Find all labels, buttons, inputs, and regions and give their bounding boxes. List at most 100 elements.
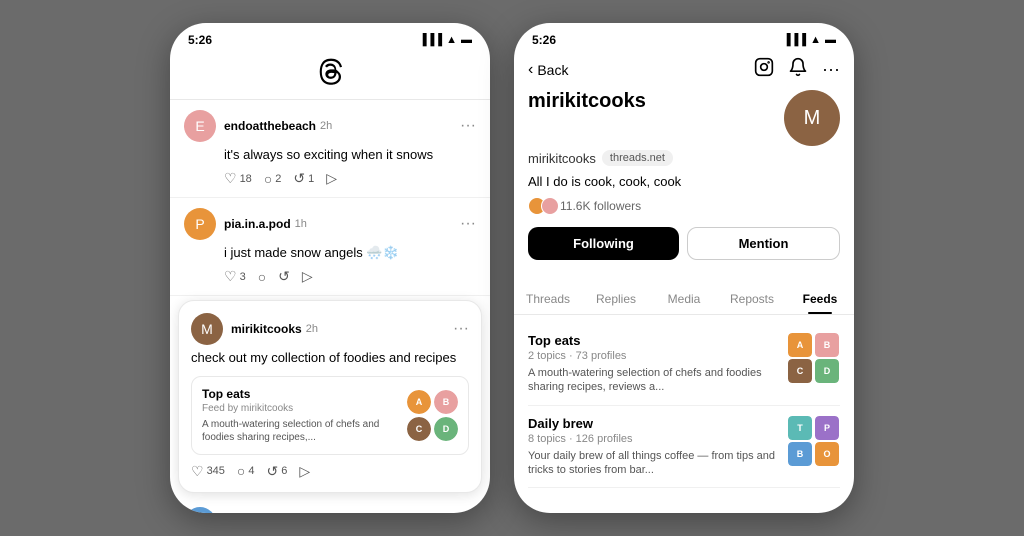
status-icons-left: ▐▐▐ ▲ ▬ [419, 34, 472, 46]
feed-card-title: Top eats [202, 387, 399, 401]
post-2-user-info: P pia.in.a.pod 1h [184, 208, 307, 240]
post-2-likes: 3 [240, 271, 246, 283]
tab-reposts[interactable]: Reposts [718, 284, 786, 314]
highlighted-post-time: 2h [306, 323, 318, 335]
bell-icon[interactable] [788, 57, 808, 82]
profile-back-bar: ‹ Back ··· [514, 51, 854, 90]
back-label: Back [537, 62, 568, 78]
feed-item-2-title: Daily brew [528, 416, 778, 431]
profile-feed-list: Top eats 2 topics · 73 profiles A mouth-… [514, 315, 854, 513]
post-2-username[interactable]: pia.in.a.pod [224, 217, 291, 231]
back-button[interactable]: ‹ Back [528, 61, 568, 79]
profile-buttons: Following Mention [528, 227, 840, 260]
feed-item-2-meta: 8 topics · 126 profiles [528, 433, 778, 445]
post-1-repost-btn[interactable]: ↺ 1 [293, 170, 314, 187]
feed-thumb-1d: D [815, 359, 839, 383]
post-2-time: 1h [295, 218, 307, 230]
highlighted-post-actions: ♡ 345 ○ 4 ↺ 6 ▷ [191, 463, 469, 480]
post-1-username[interactable]: endoatthebeach [224, 119, 316, 133]
left-phone: 5:26 ▐▐▐ ▲ ▬ E endoatthebeach [170, 23, 490, 513]
chevron-left-icon: ‹ [528, 61, 533, 79]
post-sasha: S + sasha.does.voices 2h ··· skiing vs. … [170, 497, 490, 513]
post-1-share-btn[interactable]: ▷ [326, 170, 337, 187]
profile-username: mirikitcooks [528, 151, 596, 166]
mention-button[interactable]: Mention [687, 227, 840, 260]
post-2-repost-btn[interactable]: ↺ [278, 268, 290, 285]
post-1-more-btn[interactable]: ··· [460, 117, 476, 135]
highlighted-post-username[interactable]: mirikitcooks [231, 322, 302, 336]
feed-thumb-2d: O [815, 442, 839, 466]
share-icon-h: ▷ [299, 463, 310, 480]
highlighted-likes: 345 [207, 465, 225, 477]
post-1-reposts: 1 [308, 173, 314, 185]
instagram-icon[interactable] [754, 57, 774, 82]
feed-thumb-2c: B [788, 442, 812, 466]
post-1-reply-btn[interactable]: ○ 2 [264, 171, 282, 187]
highlighted-like-btn[interactable]: ♡ 345 [191, 463, 225, 480]
status-bar-right: 5:26 ▐▐▐ ▲ ▬ [514, 23, 854, 51]
post-1-actions: ♡ 18 ○ 2 ↺ 1 ▷ [224, 170, 476, 187]
more-options-icon[interactable]: ··· [822, 59, 840, 80]
feed-thumb-2b: P [815, 416, 839, 440]
highlighted-post-more-btn[interactable]: ··· [453, 320, 469, 338]
post-2-more-btn[interactable]: ··· [460, 215, 476, 233]
post-1-replies: 2 [275, 173, 281, 185]
post-2-reply-btn[interactable]: ○ [258, 269, 266, 285]
profile-info: mirikitcooks M mirikitcooks threads.net … [514, 90, 854, 272]
tab-replies[interactable]: Replies [582, 284, 650, 314]
feed-thumb-2a: T [788, 416, 812, 440]
feed-card-desc: A mouth-watering selection of chefs and … [202, 418, 399, 444]
profile-bio: All I do is cook, cook, cook [528, 174, 840, 189]
feed-thumb-1a: A [788, 333, 812, 357]
highlighted-post-avatar: M [191, 313, 223, 345]
repost-icon: ↺ [293, 170, 305, 187]
highlighted-repost-btn[interactable]: ↺ 6 [267, 463, 288, 480]
status-time-right: 5:26 [532, 33, 556, 47]
share-icon-2: ▷ [302, 268, 313, 285]
profile-name-group: mirikitcooks [528, 90, 646, 113]
post-2-avatar: P [184, 208, 216, 240]
highlighted-share-btn[interactable]: ▷ [299, 463, 310, 480]
tab-media[interactable]: Media [650, 284, 718, 314]
post-2-text: i just made snow angels 🌨️❄️ [224, 244, 476, 262]
post-sasha-avatar: S [184, 507, 216, 513]
feed-item-1-title: Top eats [528, 333, 778, 348]
post-1-user-info: E endoatthebeach 2h [184, 110, 332, 142]
post-1-time: 2h [320, 120, 332, 132]
right-phone: 5:26 ▐▐▐ ▲ ▬ ‹ Back [514, 23, 854, 513]
follower-avatar-group [528, 197, 554, 215]
card-avatar-4: D [434, 417, 458, 441]
feed-item-1-desc: A mouth-watering selection of chefs and … [528, 366, 778, 395]
heart-icon: ♡ [224, 170, 237, 187]
feed-item-1[interactable]: Top eats 2 topics · 73 profiles A mouth-… [528, 323, 840, 406]
post-2-header: P pia.in.a.pod 1h ··· [184, 208, 476, 240]
tab-feeds[interactable]: Feeds [786, 284, 854, 314]
post-2-actions: ♡ 3 ○ ↺ ▷ [224, 268, 476, 285]
post-1-like-btn[interactable]: ♡ 18 [224, 170, 252, 187]
heart-icon-h: ♡ [191, 463, 204, 480]
highlighted-post-header: M mirikitcooks 2h ··· [191, 313, 469, 345]
feed-card[interactable]: Top eats Feed by mirikitcooks A mouth-wa… [191, 376, 469, 455]
post-2-share-btn[interactable]: ▷ [302, 268, 313, 285]
tab-threads[interactable]: Threads [514, 284, 582, 314]
feed-thumb-1b: B [815, 333, 839, 357]
signal-icon: ▐▐▐ [419, 34, 442, 46]
feed-item-2[interactable]: Daily brew 8 topics · 126 profiles Your … [528, 406, 840, 489]
post-1-username-time: endoatthebeach 2h [224, 119, 332, 133]
highlighted-post-text: check out my collection of foodies and r… [191, 349, 469, 367]
comment-icon-2: ○ [258, 269, 266, 285]
highlighted-reply-btn[interactable]: ○ 4 [237, 463, 255, 479]
feed-item-2-images: T P B O [788, 416, 840, 466]
share-icon: ▷ [326, 170, 337, 187]
status-time-left: 5:26 [188, 33, 212, 47]
profile-avatar: M [784, 90, 840, 146]
following-button[interactable]: Following [528, 227, 679, 260]
comment-icon-h: ○ [237, 463, 245, 479]
post-2: P pia.in.a.pod 1h ··· i just made snow a… [170, 198, 490, 296]
post-1-likes: 18 [240, 173, 252, 185]
battery-icon-r: ▬ [825, 34, 836, 46]
profile-tabs: Threads Replies Media Reposts Feeds [514, 284, 854, 315]
post-2-like-btn[interactable]: ♡ 3 [224, 268, 246, 285]
feed-item-1-text: Top eats 2 topics · 73 profiles A mouth-… [528, 333, 778, 395]
wifi-icon: ▲ [446, 34, 457, 46]
